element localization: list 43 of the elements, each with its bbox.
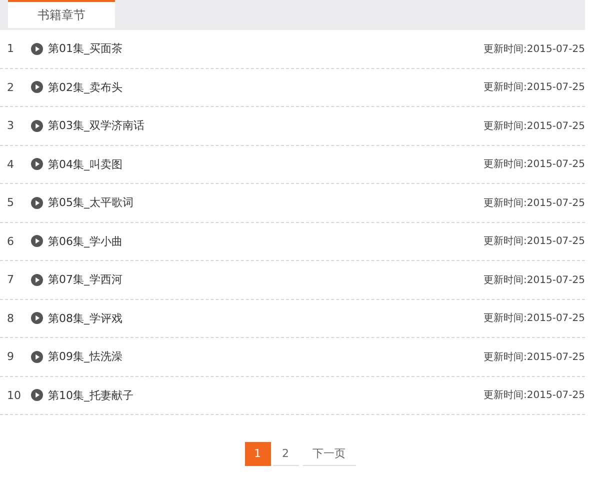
- chapter-title[interactable]: 第06集_学小曲: [48, 234, 122, 249]
- update-time: 更新时间:2015-07-25: [484, 234, 585, 248]
- chapter-title[interactable]: 第05集_太平歌词: [48, 195, 134, 210]
- chapter-title[interactable]: 第10集_托妻献子: [48, 388, 134, 403]
- chapter-number: 6: [6, 234, 15, 248]
- chapter-number: 5: [6, 196, 15, 210]
- update-time: 更新时间:2015-07-25: [484, 158, 585, 172]
- chapter-number: 10: [6, 388, 22, 402]
- chapter-title[interactable]: 第03集_双学济南话: [48, 118, 144, 134]
- update-time: 更新时间:2015-07-25: [484, 120, 585, 133]
- chapter-number: 3: [6, 119, 15, 132]
- update-time: 更新时间:2015-07-25: [484, 196, 585, 210]
- chapter-title[interactable]: 第09集_怯洗澡: [48, 349, 122, 364]
- play-icon[interactable]: [31, 120, 43, 132]
- update-time: 更新时间:2015-07-25: [484, 274, 585, 287]
- play-icon[interactable]: [31, 312, 43, 324]
- chapter-title[interactable]: 第01集_买面茶: [48, 41, 122, 56]
- chapter-title[interactable]: 第08集_学评戏: [48, 310, 122, 326]
- chapter-number: 2: [6, 80, 15, 94]
- chapter-number: 7: [6, 273, 15, 286]
- chapter-title[interactable]: 第04集_叫卖图: [48, 156, 122, 172]
- play-icon[interactable]: [31, 274, 43, 286]
- update-time: 更新时间:2015-07-25: [484, 42, 585, 56]
- play-icon[interactable]: [31, 158, 43, 170]
- play-icon[interactable]: [31, 81, 43, 94]
- update-time: 更新时间:2015-07-25: [484, 350, 585, 364]
- play-icon[interactable]: [31, 235, 43, 248]
- chapter-number: 9: [6, 350, 15, 364]
- play-icon[interactable]: [31, 389, 43, 402]
- update-time: 更新时间:2015-07-25: [484, 388, 585, 402]
- chapters-tab[interactable]: 书籍章节: [8, 0, 115, 28]
- chapter-title[interactable]: 第02集_卖布头: [48, 80, 122, 95]
- update-time: 更新时间:2015-07-25: [484, 80, 585, 94]
- chapter-number: 8: [6, 312, 15, 325]
- chapter-title[interactable]: 第07集_学西河: [48, 272, 122, 288]
- play-icon[interactable]: [31, 196, 43, 209]
- page-link[interactable]: 2: [272, 442, 298, 466]
- update-time: 更新时间:2015-07-25: [484, 312, 585, 326]
- chapter-number: 4: [6, 158, 15, 171]
- page-link[interactable]: 下一页: [302, 442, 356, 466]
- play-icon[interactable]: [31, 42, 43, 55]
- play-icon[interactable]: [31, 350, 43, 363]
- chapter-number: 1: [6, 42, 15, 56]
